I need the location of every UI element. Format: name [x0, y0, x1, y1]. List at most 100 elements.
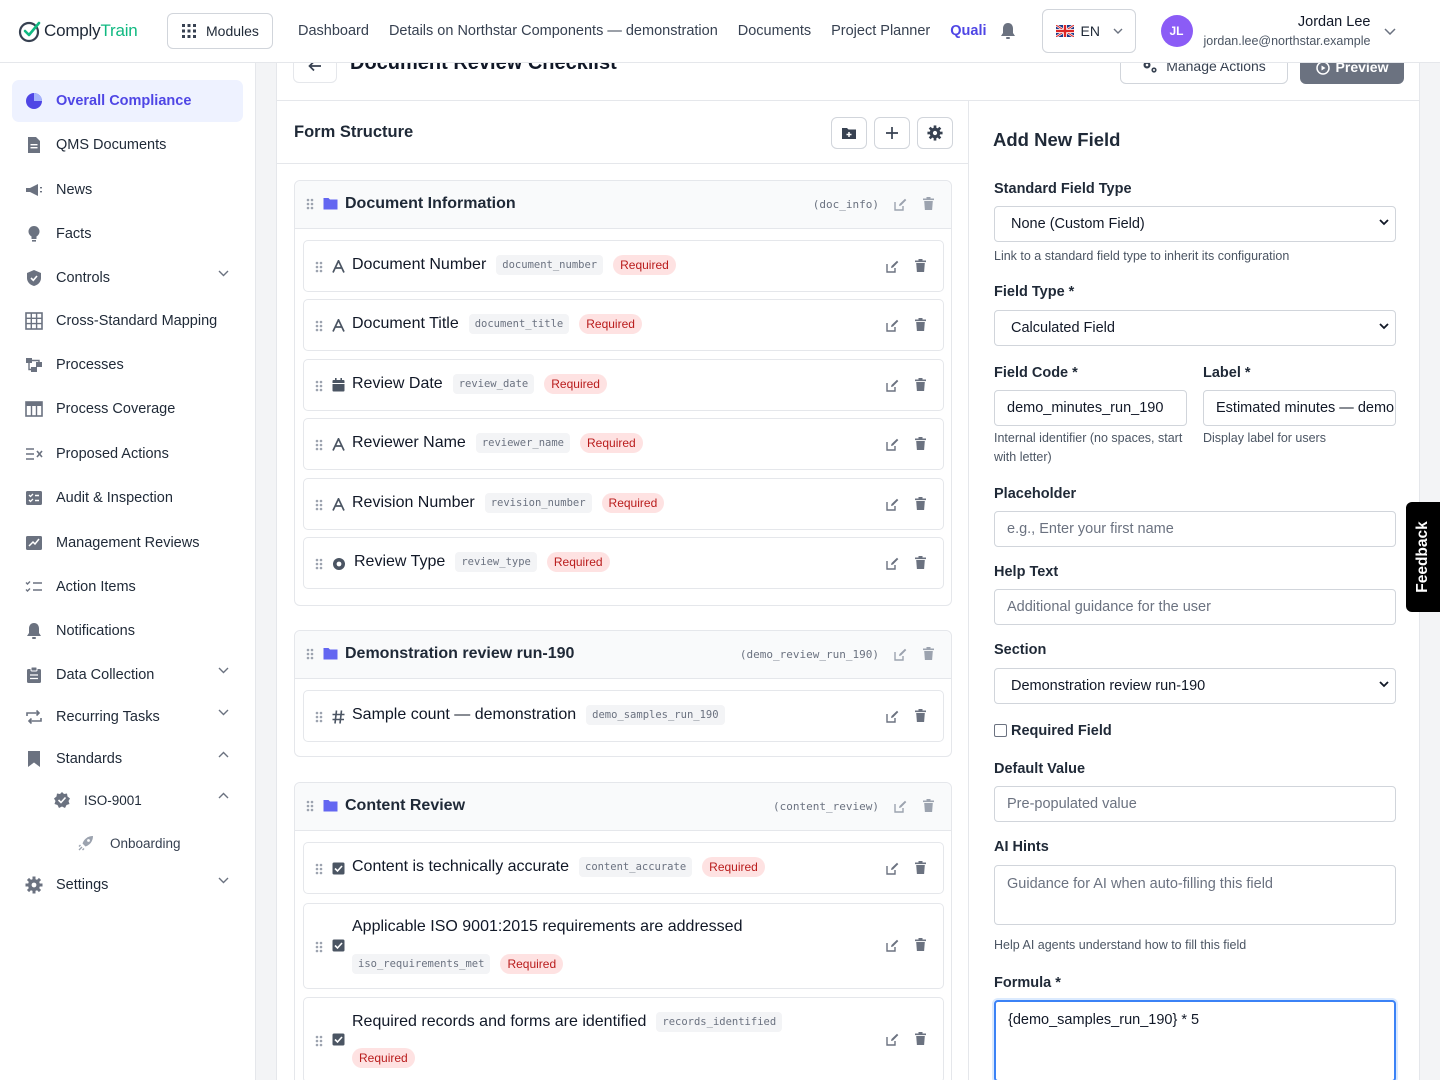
trash-icon[interactable] [915, 437, 926, 450]
sidebar-item-qms-documents[interactable]: QMS Documents [12, 124, 243, 166]
drag-handle-icon[interactable] [315, 380, 323, 392]
sidebar-item-processes[interactable]: Processes [12, 344, 243, 386]
drag-handle-icon[interactable] [306, 648, 314, 660]
trash-icon[interactable] [915, 497, 926, 510]
nav-quali[interactable]: Quali [950, 23, 986, 39]
preview-button[interactable]: Preview [1300, 63, 1404, 84]
trash-icon[interactable] [923, 647, 934, 660]
edit-icon[interactable] [886, 862, 899, 875]
drag-handle-icon[interactable] [315, 711, 323, 723]
edit-icon[interactable] [886, 379, 899, 392]
help-text-label: Help Text [994, 564, 1059, 580]
manage-actions-button[interactable]: Manage Actions [1120, 63, 1288, 84]
field-row-records-identified[interactable]: Required records and forms are identifie… [303, 997, 944, 1080]
field-row-review-date[interactable]: Review Date review_date Required [303, 359, 944, 411]
trash-icon[interactable] [915, 259, 926, 272]
field-row-document-title[interactable]: Document Title document_title Required [303, 299, 944, 351]
edit-icon[interactable] [886, 557, 899, 570]
form-settings-button[interactable] [917, 117, 953, 149]
ai-hints-textarea[interactable]: Guidance for AI when auto-filling this f… [994, 865, 1396, 925]
sidebar-item-proposed-actions[interactable]: Proposed Actions [12, 433, 243, 475]
edit-icon[interactable] [886, 438, 899, 451]
trash-icon[interactable] [923, 799, 934, 812]
drag-handle-icon[interactable] [315, 439, 323, 451]
trash-icon[interactable] [915, 378, 926, 391]
placeholder-input[interactable]: e.g., Enter your first name [994, 511, 1396, 547]
drag-handle-icon[interactable] [315, 558, 323, 570]
drag-handle-icon[interactable] [306, 800, 314, 812]
bell-icon[interactable] [1000, 22, 1016, 40]
sidebar-item-facts[interactable]: Facts [12, 213, 243, 255]
edit-icon[interactable] [886, 319, 899, 332]
nav-project-planner[interactable]: Project Planner [831, 23, 930, 39]
sidebar-item-action-items[interactable]: Action Items [12, 566, 243, 608]
help-text-input[interactable]: Additional guidance for the user [994, 589, 1396, 625]
sidebar-item-cross-standard-mapping[interactable]: Cross-Standard Mapping [12, 300, 243, 342]
field-row-content-accurate[interactable]: Content is technically accurate content_… [303, 842, 944, 894]
field-code: document_number [496, 255, 604, 275]
trash-icon[interactable] [915, 938, 926, 951]
modules-button[interactable]: Modules [167, 13, 273, 49]
trash-icon[interactable] [915, 318, 926, 331]
drag-handle-icon[interactable] [306, 198, 314, 210]
edit-icon[interactable] [894, 648, 907, 661]
sidebar-item-controls[interactable]: Controls [12, 257, 243, 299]
drag-handle-icon[interactable] [315, 261, 323, 273]
edit-icon[interactable] [894, 198, 907, 211]
field-row-revision-number[interactable]: Revision Number revision_number Required [303, 478, 944, 530]
nav-documents[interactable]: Documents [738, 23, 811, 39]
drag-handle-icon[interactable] [315, 863, 323, 875]
add-section-button[interactable] [831, 117, 867, 149]
sidebar-item-management-reviews[interactable]: Management Reviews [12, 522, 243, 564]
edit-icon[interactable] [886, 1033, 899, 1046]
drag-handle-icon[interactable] [315, 941, 323, 953]
language-select[interactable]: EN [1041, 9, 1136, 53]
field-row-sample-count[interactable]: Sample count — demonstration demo_sample… [303, 690, 944, 742]
edit-icon[interactable] [886, 939, 899, 952]
field-row-document-number[interactable]: Document Number document_number Required [303, 240, 944, 292]
user-menu[interactable]: JL Jordan Lee jordan.lee@northstar.examp… [1160, 14, 1397, 48]
trash-icon[interactable] [915, 709, 926, 722]
field-type-select[interactable]: Calculated Field [994, 310, 1396, 346]
add-field-button[interactable] [874, 117, 910, 149]
sidebar-item-recurring-tasks[interactable]: Recurring Tasks [12, 696, 243, 738]
edit-icon[interactable] [886, 260, 899, 273]
field-row-review-type[interactable]: Review Type review_type Required [303, 537, 944, 589]
field-row-iso-requirements[interactable]: Applicable ISO 9001:2015 requirements ar… [303, 903, 944, 989]
sidebar-item-settings[interactable]: Settings [12, 864, 243, 906]
trash-icon[interactable] [915, 556, 926, 569]
formula-textarea[interactable]: {demo_samples_run_190} * 5 [994, 1000, 1396, 1080]
sidebar-item-iso-9001[interactable]: ISO-9001 [52, 779, 243, 821]
drag-handle-icon[interactable] [315, 499, 323, 511]
sidebar-item-onboarding[interactable]: Onboarding [76, 822, 243, 864]
sidebar-item-overall-compliance[interactable]: Overall Compliance [12, 80, 243, 122]
trash-icon[interactable] [915, 861, 926, 874]
trash-icon[interactable] [923, 197, 934, 210]
sidebar-item-label: Management Reviews [56, 535, 200, 551]
field-row-reviewer-name[interactable]: Reviewer Name reviewer_name Required [303, 418, 944, 470]
edit-icon[interactable] [886, 710, 899, 723]
sidebar-item-news[interactable]: News [12, 169, 243, 211]
edit-icon[interactable] [894, 800, 907, 813]
default-value-input[interactable]: Pre-populated value [994, 786, 1396, 822]
sidebar-item-audit-inspection[interactable]: Audit & Inspection [12, 477, 243, 519]
sidebar-item-process-coverage[interactable]: Process Coverage [12, 388, 243, 430]
nav-details[interactable]: Details on Northstar Components — demons… [389, 23, 718, 39]
trash-icon[interactable] [915, 1032, 926, 1045]
standard-field-type-select[interactable]: None (Custom Field) [994, 206, 1396, 242]
required-badge: Required [352, 1048, 415, 1068]
drag-handle-icon[interactable] [315, 1035, 323, 1047]
app-logo[interactable]: ComplyTrain [18, 19, 158, 43]
sidebar-item-notifications[interactable]: Notifications [12, 610, 243, 652]
back-button[interactable] [293, 63, 337, 83]
nav-dashboard[interactable]: Dashboard [298, 23, 369, 39]
feedback-tab[interactable]: Feedback [1406, 502, 1440, 612]
drag-handle-icon[interactable] [315, 320, 323, 332]
required-field-checkbox[interactable] [994, 724, 1007, 737]
sidebar-item-data-collection[interactable]: Data Collection [12, 654, 243, 696]
edit-icon[interactable] [886, 498, 899, 511]
label-input[interactable]: Estimated minutes — demo [1203, 390, 1396, 426]
section-select[interactable]: Demonstration review run-190 [994, 668, 1396, 704]
field-code-input[interactable]: demo_minutes_run_190 [994, 390, 1187, 426]
sidebar-item-standards[interactable]: Standards [12, 738, 243, 780]
